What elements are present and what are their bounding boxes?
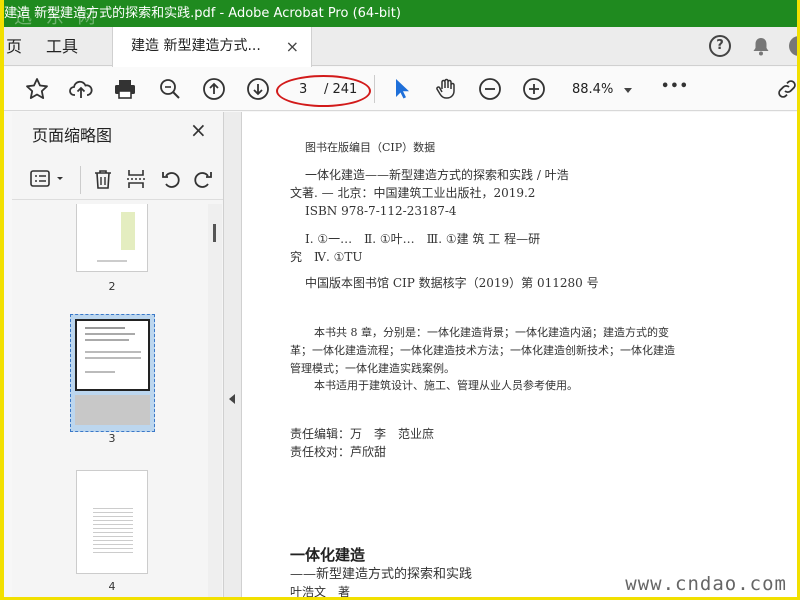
title-bar: 建造 新型建造方式的探索和实践.pdf - Adobe Acrobat Pro … [4,0,797,27]
tab-bar: 页 工具 建造 新型建造方式... × ? [4,27,797,67]
book-title: 一体化建造 [290,546,366,564]
thumbnail-label-2: 2 [108,280,116,293]
thumbnail-page-3-lower [75,395,150,425]
chevron-down-icon [624,88,632,93]
editor-line: 责任编辑：万 李 范业庶 [290,427,435,441]
thumbnail-page-3-selected[interactable] [70,314,155,432]
extract-page-icon[interactable] [125,168,147,190]
cip-line: 一体化建造——新型建造方式的探索和实践 / 叶浩 [305,168,569,182]
panel-title: 页面缩略图 [32,126,113,145]
thumbnail-text-line [85,351,141,353]
thumbnail-text-line [97,260,127,262]
thumbnail-decoration [121,212,135,250]
panel-collapse-bar[interactable] [224,112,242,597]
classification-line: 究 Ⅳ. ①TU [290,250,363,264]
more-options-icon[interactable]: ••• [661,79,689,94]
bell-icon[interactable] [750,35,772,57]
proofreader-line: 责任校对：芦欣甜 [290,445,387,459]
zoom-search-icon[interactable] [158,77,182,101]
thumbnail-page-4[interactable] [76,470,148,574]
summary-line: 本书共 8 章，分别是：一体化建造背景；一体化建造内涵；建造方式的变 [314,326,669,339]
summary-line: 革；一体化建造流程；一体化建造技术方法；一体化建造创新技术；一体化建造 [290,344,675,357]
highlight-annotation-oval [276,75,371,107]
delete-page-icon[interactable] [92,168,114,190]
hand-tool-icon[interactable] [434,77,458,101]
thumbnail-page-2[interactable] [76,204,148,272]
document-tab[interactable]: 建造 新型建造方式... × [112,27,312,67]
site-watermark-top: 迅 东 网 [14,7,100,27]
bookmark-star-icon[interactable] [25,77,49,101]
rotate-left-icon[interactable] [160,168,182,190]
cip-record-line: 中国版本图书馆 CIP 数据核字（2019）第 011280 号 [305,276,599,290]
site-watermark: www.cndao.com [625,573,787,595]
panel-close-icon[interactable]: × [190,118,207,142]
thumbnail-text-line [85,339,129,341]
page-thumbnails-panel: 页面缩略图 × 2 3 4 [12,112,224,597]
thumbnail-options-icon[interactable] [30,168,66,190]
document-tab-label: 建造 新型建造方式... [131,38,261,54]
help-icon[interactable]: ? [709,35,731,57]
thumbnail-list[interactable]: 2 3 4 [12,204,208,597]
thumbnail-text-line [85,357,141,359]
thumbnail-text-line [85,371,115,373]
cip-heading: 图书在版编目（CIP）数据 [305,141,436,154]
book-subtitle: ——新型建造方式的探索和实践 [290,567,473,582]
account-icon[interactable] [788,35,797,57]
thumbnail-label-4: 4 [108,580,116,593]
thumbnail-text-line [85,333,135,335]
summary-line: 管理模式；一体化建造实践案例。 [290,362,455,375]
document-page: 图书在版编目（CIP）数据 一体化建造——新型建造方式的探索和实践 / 叶浩 文… [242,112,797,597]
main-toolbar: 3 / 241 88.4% ••• [4,67,797,111]
tab-close-icon[interactable]: × [286,27,299,66]
menu-tools[interactable]: 工具 [46,27,78,66]
next-page-icon[interactable] [246,77,270,101]
print-icon[interactable] [113,77,137,101]
summary-line: 本书适用于建筑设计、施工、管理从业人员参考使用。 [314,379,578,392]
scrollbar-thumb[interactable] [213,224,216,242]
collapse-arrow-icon[interactable] [229,394,235,404]
zoom-dropdown[interactable]: 88.4% [572,77,640,103]
book-author: 叶浩文 著 [290,585,351,597]
thumbnail-text-block [93,505,133,555]
select-cursor-icon[interactable] [390,77,414,101]
cip-line: 文著. — 北京：中国建筑工业出版社，2019.2 [290,186,536,200]
panel-separator [80,166,81,194]
rotate-right-icon[interactable] [192,168,214,190]
acrobat-window: 建造 新型建造方式的探索和实践.pdf - Adobe Acrobat Pro … [4,0,797,597]
previous-page-icon[interactable] [202,77,226,101]
zoom-in-icon[interactable] [522,77,546,101]
classification-line: Ⅰ. ①一… Ⅱ. ①叶… Ⅲ. ①建 筑 工 程—研 [305,232,541,246]
cloud-upload-icon[interactable] [69,77,93,101]
link-icon[interactable] [775,77,797,101]
toolbar-separator [374,75,375,103]
isbn-line: ISBN 978-7-112-23187-4 [305,204,457,218]
thumbnail-page-3 [75,319,150,391]
menu-home[interactable]: 页 [6,27,22,66]
zoom-out-icon[interactable] [478,77,502,101]
thumbnail-scrollbar[interactable] [208,204,222,597]
thumbnail-toolbar [12,160,223,200]
thumbnail-text-line [85,327,125,329]
zoom-value: 88.4% [572,82,614,97]
thumbnail-label-3: 3 [108,432,116,445]
